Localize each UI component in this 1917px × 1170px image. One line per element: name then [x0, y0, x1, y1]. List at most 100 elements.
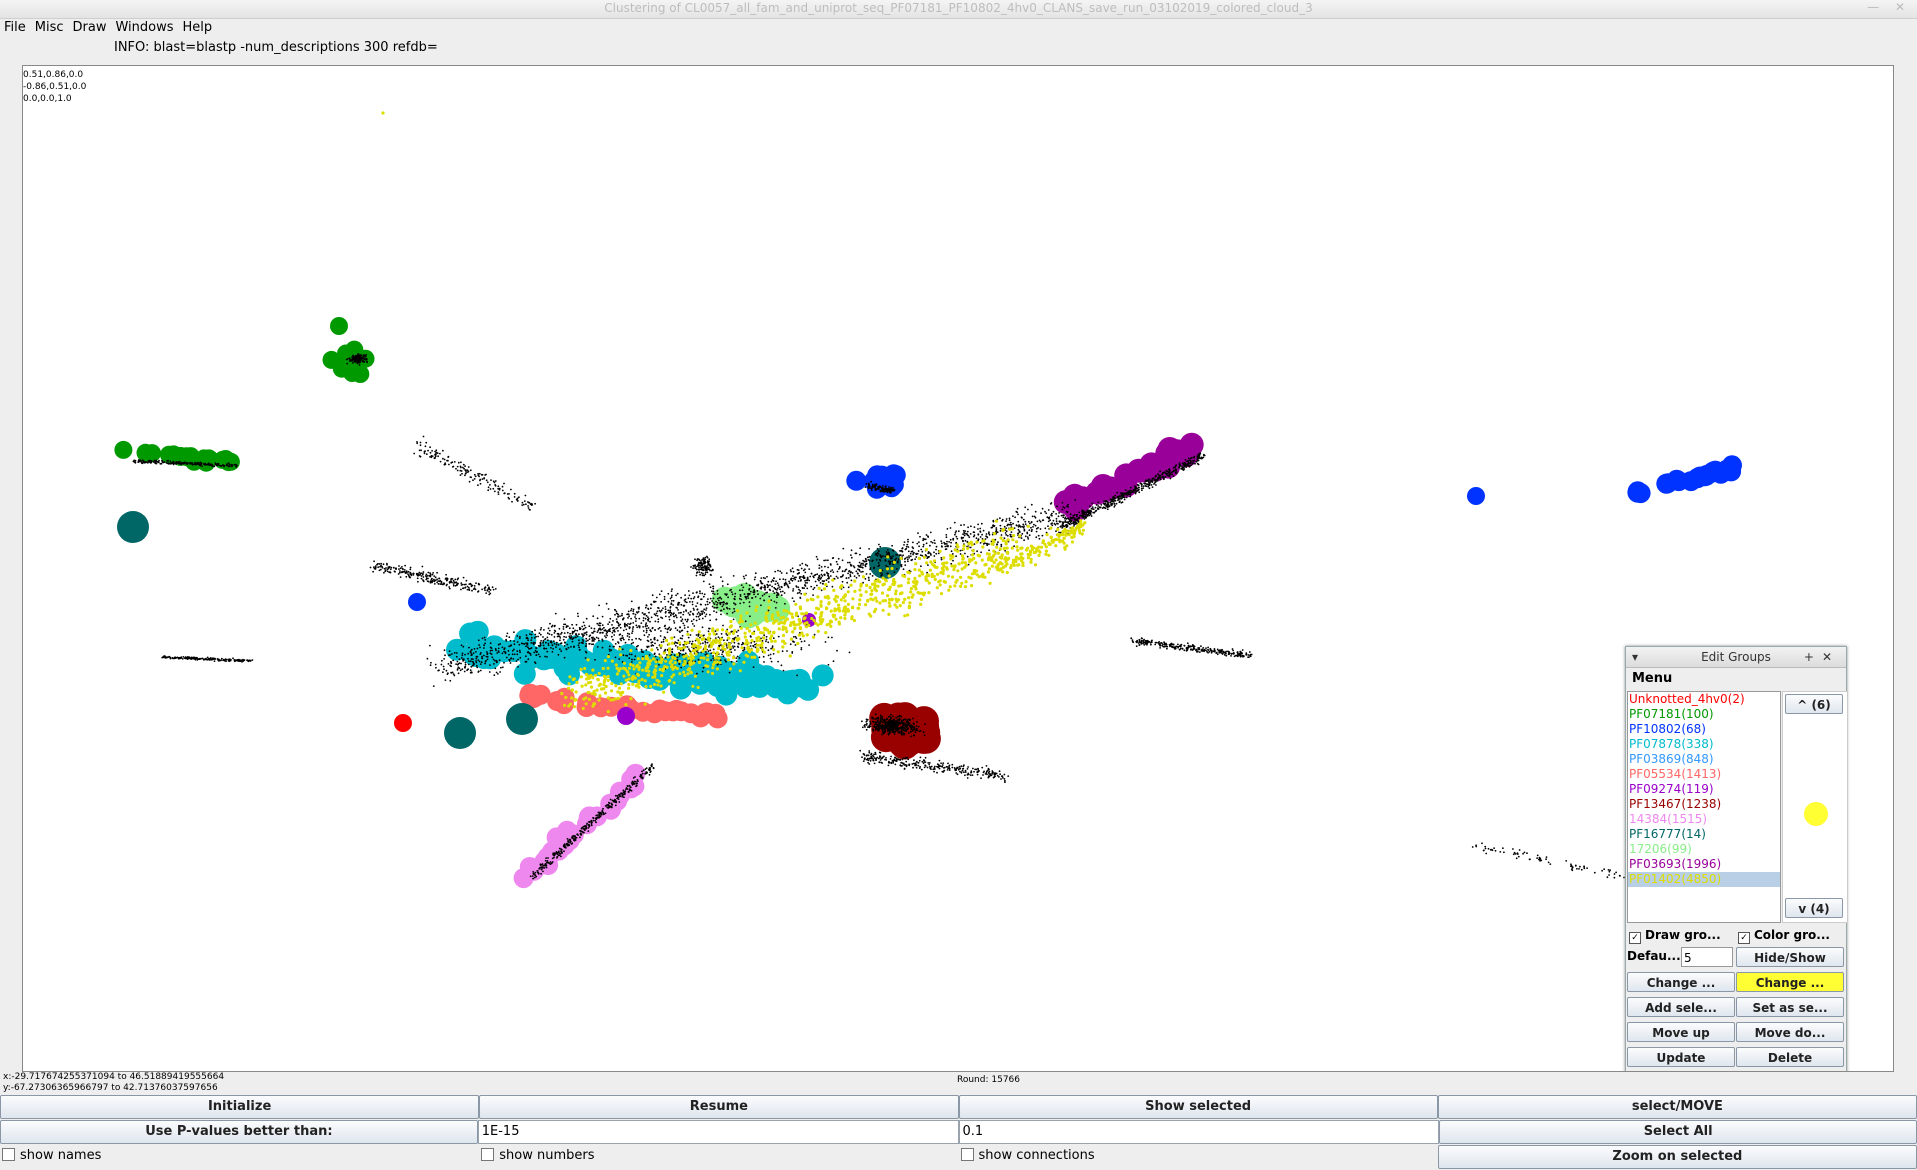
sequence-point	[1004, 532, 1007, 534]
sequence-point	[806, 564, 809, 567]
sequence-point	[1166, 474, 1169, 477]
sequence-point	[878, 558, 881, 561]
sequence-point	[588, 643, 591, 645]
sequence-point	[794, 578, 797, 581]
sequence-point	[372, 570, 374, 573]
sequence-point	[1051, 514, 1053, 517]
sequence-point	[464, 661, 467, 664]
sequence-point	[804, 571, 807, 574]
sequence-point	[513, 648, 515, 651]
sequence-point	[559, 637, 562, 639]
sequence-point	[759, 580, 762, 583]
sequence-point	[409, 568, 412, 571]
sequence-point	[757, 593, 759, 596]
sequence-point	[701, 613, 703, 616]
sequence-point	[1100, 504, 1103, 506]
sequence-point	[1148, 487, 1151, 490]
sequence-point	[437, 580, 440, 582]
sequence-point	[612, 620, 614, 622]
sequence-point	[1151, 486, 1154, 488]
sequence-point	[1120, 497, 1122, 500]
menu-misc[interactable]: Misc	[31, 18, 69, 38]
sequence-point	[1106, 500, 1108, 503]
menu-help[interactable]: Help	[179, 18, 218, 38]
title-bar: Clustering of CL0057_all_fam_and_uniprot…	[0, 0, 1917, 19]
menu-windows[interactable]: Windows	[111, 18, 178, 38]
cluster-canvas[interactable]: 0.51,0.86,0.0 -0.86,0.51,0.0 0.0,0.0,1.0…	[22, 65, 1894, 1072]
sequence-point	[204, 463, 207, 465]
cluster-plot[interactable]	[23, 66, 1893, 1071]
sequence-point	[1039, 528, 1042, 530]
sequence-point	[769, 589, 772, 592]
sequence-point	[918, 545, 920, 548]
sequence-point	[891, 490, 894, 492]
sequence-point	[547, 644, 550, 647]
sequence-point	[841, 559, 844, 562]
sequence-point	[734, 595, 736, 598]
sequence-point	[759, 597, 762, 600]
sequence-point	[480, 473, 483, 476]
sequence-point	[776, 593, 779, 595]
sequence-point	[581, 633, 583, 635]
sequence-point	[1184, 459, 1187, 461]
sequence-point	[1157, 476, 1159, 479]
window-controls[interactable]: — ✕	[1867, 0, 1911, 14]
sequence-point	[680, 603, 683, 606]
menu-draw[interactable]: Draw	[69, 18, 112, 38]
sequence-point	[812, 594, 814, 596]
sequence-point	[557, 653, 560, 656]
sequence-point	[1097, 508, 1099, 510]
sequence-point	[235, 466, 238, 468]
sequence-point	[450, 579, 452, 581]
sequence-point	[503, 482, 505, 485]
sequence-point	[477, 582, 480, 585]
sequence-point	[921, 550, 924, 553]
sequence-point	[831, 569, 834, 571]
sequence-point	[454, 578, 457, 581]
sequence-point	[446, 577, 449, 580]
sequence-point	[820, 573, 823, 576]
sequence-point	[787, 585, 789, 588]
menu-file[interactable]: File	[0, 18, 31, 38]
sequence-point	[883, 731, 885, 734]
sequence-point	[691, 603, 694, 606]
sequence-point	[1185, 466, 1188, 468]
sequence-point	[1247, 656, 1249, 659]
sequence-point	[973, 534, 976, 537]
sequence-point	[748, 601, 751, 603]
sequence-point	[877, 719, 879, 722]
sequence-point	[1172, 466, 1175, 469]
sequence-point	[776, 582, 779, 585]
sequence-point	[884, 485, 887, 487]
sequence-point	[555, 851, 558, 854]
sequence-point	[780, 594, 783, 597]
sequence-point	[789, 578, 792, 581]
sequence-point	[707, 598, 709, 600]
sequence-point	[882, 487, 885, 490]
sequence-point	[893, 727, 895, 730]
sequence-point	[795, 585, 798, 587]
sequence-point	[199, 464, 202, 467]
sequence-point	[451, 653, 453, 655]
sequence-point	[1095, 509, 1098, 512]
sequence-point	[132, 460, 135, 463]
sequence-point	[437, 455, 439, 458]
sequence-point	[901, 734, 903, 736]
sequence-point	[875, 559, 878, 561]
sequence-point	[1117, 499, 1119, 502]
sequence-point	[467, 466, 470, 468]
sequence-point	[648, 773, 651, 776]
sequence-point	[876, 547, 879, 550]
sequence-point	[430, 578, 433, 581]
sequence-point	[540, 868, 543, 871]
sequence-point	[1153, 483, 1155, 485]
sequence-point	[382, 563, 385, 566]
sequence-point	[613, 630, 616, 633]
sequence-point	[955, 535, 958, 538]
sequence-point	[1080, 514, 1082, 517]
sequence-point	[1155, 484, 1157, 486]
sequence-point	[438, 577, 440, 580]
sequence-point	[545, 641, 547, 644]
sequence-point	[1159, 478, 1162, 481]
sequence-point	[473, 648, 476, 650]
